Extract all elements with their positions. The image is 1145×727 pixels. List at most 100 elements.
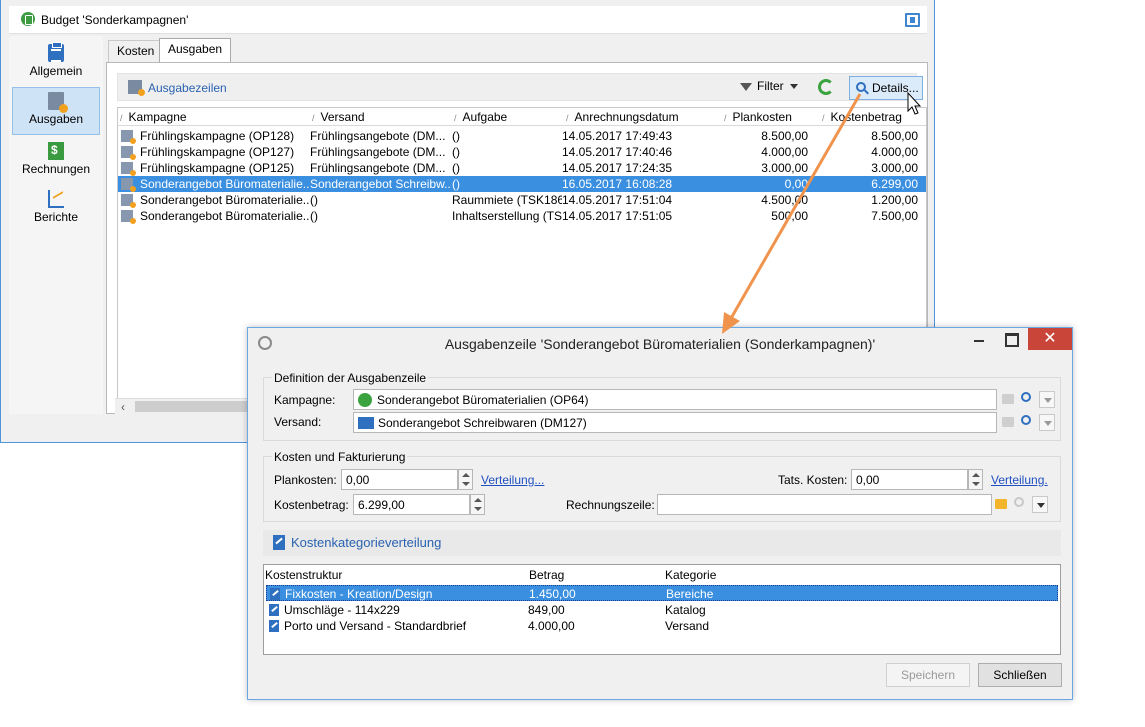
column-header-aufgabe[interactable]: / Aufgabe: [454, 110, 507, 124]
close-dialog-button[interactable]: Schließen: [978, 663, 1062, 687]
tab-ausgaben[interactable]: Ausgaben: [159, 38, 232, 63]
search-icon[interactable]: [1021, 392, 1031, 402]
search-icon[interactable]: [1021, 415, 1031, 425]
plankosten-stepper[interactable]: [458, 469, 473, 490]
chevron-down-icon[interactable]: [1032, 496, 1048, 513]
tats-kosten-stepper[interactable]: [968, 469, 983, 490]
kampagne-label: Kampagne:: [274, 393, 336, 407]
table-row[interactable]: Umschläge - 114x229 849,00 Katalog: [266, 602, 1058, 618]
nav-item-rechnungen[interactable]: Rechnungen: [12, 138, 100, 186]
save-button[interactable]: Speichern: [886, 663, 970, 687]
cell-plankosten: 500,00: [771, 209, 808, 223]
table-row-selected[interactable]: Fixkosten - Kreation/Design 1.450,00 Ber…: [266, 585, 1058, 601]
report-chart-icon: [48, 190, 64, 208]
cell-datum: 16.05.2017 16:08:28: [562, 177, 673, 191]
column-header-kategorie[interactable]: Kategorie: [665, 568, 716, 582]
search-icon: [856, 82, 866, 92]
table-row[interactable]: Frühlingskampagne (OP128) Frühlingsangeb…: [118, 128, 926, 144]
expense-line-icon: [121, 178, 136, 192]
cell-kostenstruktur: Umschläge - 114x229: [284, 603, 400, 617]
minimize-button[interactable]: [964, 328, 994, 350]
cell-aufgabe: (): [452, 145, 460, 159]
expenses-icon: [48, 92, 68, 113]
column-header-anrechnungsdatum[interactable]: / Anrechnungsdatum: [566, 110, 679, 124]
expense-line-icon: [121, 162, 136, 176]
close-button[interactable]: ✕: [1028, 328, 1072, 350]
cell-versand: (): [310, 209, 318, 223]
folder-icon[interactable]: [1002, 394, 1014, 404]
column-header-kostenbetrag[interactable]: / Kostenbetrag: [822, 110, 902, 124]
cell-versand: Frühlingsangebote (DM...: [310, 145, 446, 159]
maximize-view-icon[interactable]: [905, 13, 920, 27]
tats-kosten-label: Tats. Kosten:: [778, 473, 848, 487]
table-row[interactable]: Sonderangebot Büromaterialie... () Inhal…: [118, 208, 926, 224]
cell-kostenbetrag: 8.500,00: [871, 129, 918, 143]
clipboard-icon: [48, 42, 64, 62]
nav-item-ausgaben[interactable]: Ausgaben: [12, 87, 100, 135]
details-button[interactable]: Details...: [849, 76, 923, 100]
chevron-down-icon[interactable]: [1039, 414, 1055, 431]
nav-item-berichte[interactable]: Berichte: [12, 186, 100, 234]
tab-kosten[interactable]: Kosten: [108, 40, 164, 62]
tats-kosten-input[interactable]: 0,00: [851, 469, 968, 490]
column-header-betrag[interactable]: Betrag: [529, 568, 564, 582]
kostenbetrag-input[interactable]: 6.299,00: [353, 494, 470, 515]
table-row[interactable]: Frühlingskampagne (OP127) Frühlingsangeb…: [118, 144, 926, 160]
cell-kampagne: Sonderangebot Büromaterialie...: [140, 209, 310, 223]
search-icon[interactable]: [1014, 497, 1024, 507]
cost-distribution-title: Kostenkategorieverteilung: [291, 535, 442, 550]
rechnungszeile-lookup: [992, 494, 1050, 515]
maximize-button[interactable]: [996, 328, 1026, 350]
table-row[interactable]: Sonderangebot Büromaterialie... () Raumm…: [118, 192, 926, 208]
definition-group: Definition der Ausgabenzeile Kampagne: S…: [263, 371, 1061, 441]
funnel-icon: [740, 82, 752, 91]
plankosten-input[interactable]: 0,00: [341, 469, 458, 490]
kostenbetrag-label: Kostenbetrag:: [274, 498, 349, 512]
filter-button[interactable]: Filter: [740, 79, 798, 93]
folder-icon[interactable]: [995, 499, 1007, 509]
cost-distribution-table: Kostenstruktur Betrag Kategorie Fixkoste…: [263, 564, 1061, 655]
kostenbetrag-stepper[interactable]: [470, 494, 485, 515]
column-header-kostenstruktur[interactable]: Kostenstruktur: [265, 568, 342, 582]
verteilung-link-plankosten[interactable]: Verteilung...: [481, 473, 544, 487]
chevron-down-icon[interactable]: [1039, 391, 1055, 408]
expense-line-icon: [121, 194, 136, 208]
edit-icon: [270, 588, 280, 600]
cell-kostenbetrag: 7.500,00: [871, 209, 918, 223]
cell-aufgabe: (): [452, 177, 460, 191]
versand-field[interactable]: Sonderangebot Schreibwaren (DM127): [353, 412, 997, 433]
details-label: Details...: [872, 81, 919, 95]
column-header-plankosten[interactable]: / Plankosten: [724, 110, 792, 124]
cell-betrag: 849,00: [528, 603, 565, 617]
table-row[interactable]: Frühlingskampagne (OP125) Frühlingsangeb…: [118, 160, 926, 176]
cell-aufgabe: Raummiete (TSK186): [452, 193, 562, 207]
column-header-kampagne[interactable]: / Kampagne: [120, 110, 187, 124]
plankosten-label: Plankosten:: [274, 473, 337, 487]
cell-plankosten: 8.500,00: [761, 129, 808, 143]
cell-versand: Sonderangebot Schreibw...: [310, 177, 450, 191]
cell-kategorie: Versand: [665, 619, 710, 633]
cell-kostenbetrag: 4.000,00: [871, 145, 918, 159]
column-header-versand[interactable]: / Versand: [312, 110, 365, 124]
folder-icon[interactable]: [1002, 417, 1014, 427]
cell-kategorie: Bereiche: [666, 587, 714, 601]
kampagne-field[interactable]: Sonderangebot Büromaterialien (OP64): [353, 389, 997, 410]
edit-icon: [269, 604, 279, 616]
scroll-left-icon[interactable]: ‹: [121, 400, 125, 414]
verteilung-link-tats-kosten[interactable]: Verteilung.: [991, 473, 1048, 487]
filter-label: Filter: [757, 79, 784, 93]
cell-kampagne: Sonderangebot Büromaterialie...: [140, 177, 310, 191]
table-row[interactable]: Porto und Versand - Standardbrief 4.000,…: [266, 618, 1058, 634]
kampagne-lookup: [999, 389, 1057, 410]
refresh-icon[interactable]: [818, 79, 834, 95]
expense-line-icon: [121, 146, 136, 160]
cell-plankosten: 0,00: [784, 177, 808, 191]
edit-icon: [273, 535, 285, 550]
budget-sidebar: Allgemein Ausgaben Rechnungen Berichte: [9, 36, 103, 414]
rechnungszeile-field[interactable]: [657, 494, 992, 515]
cell-kampagne: Sonderangebot Büromaterialie...: [140, 193, 310, 207]
cell-betrag: 4.000,00: [528, 619, 575, 633]
nav-item-allgemein[interactable]: Allgemein: [12, 40, 100, 88]
table-row-selected[interactable]: Sonderangebot Büromaterialie... Sonderan…: [118, 176, 926, 192]
scroll-thumb[interactable]: [135, 401, 265, 412]
